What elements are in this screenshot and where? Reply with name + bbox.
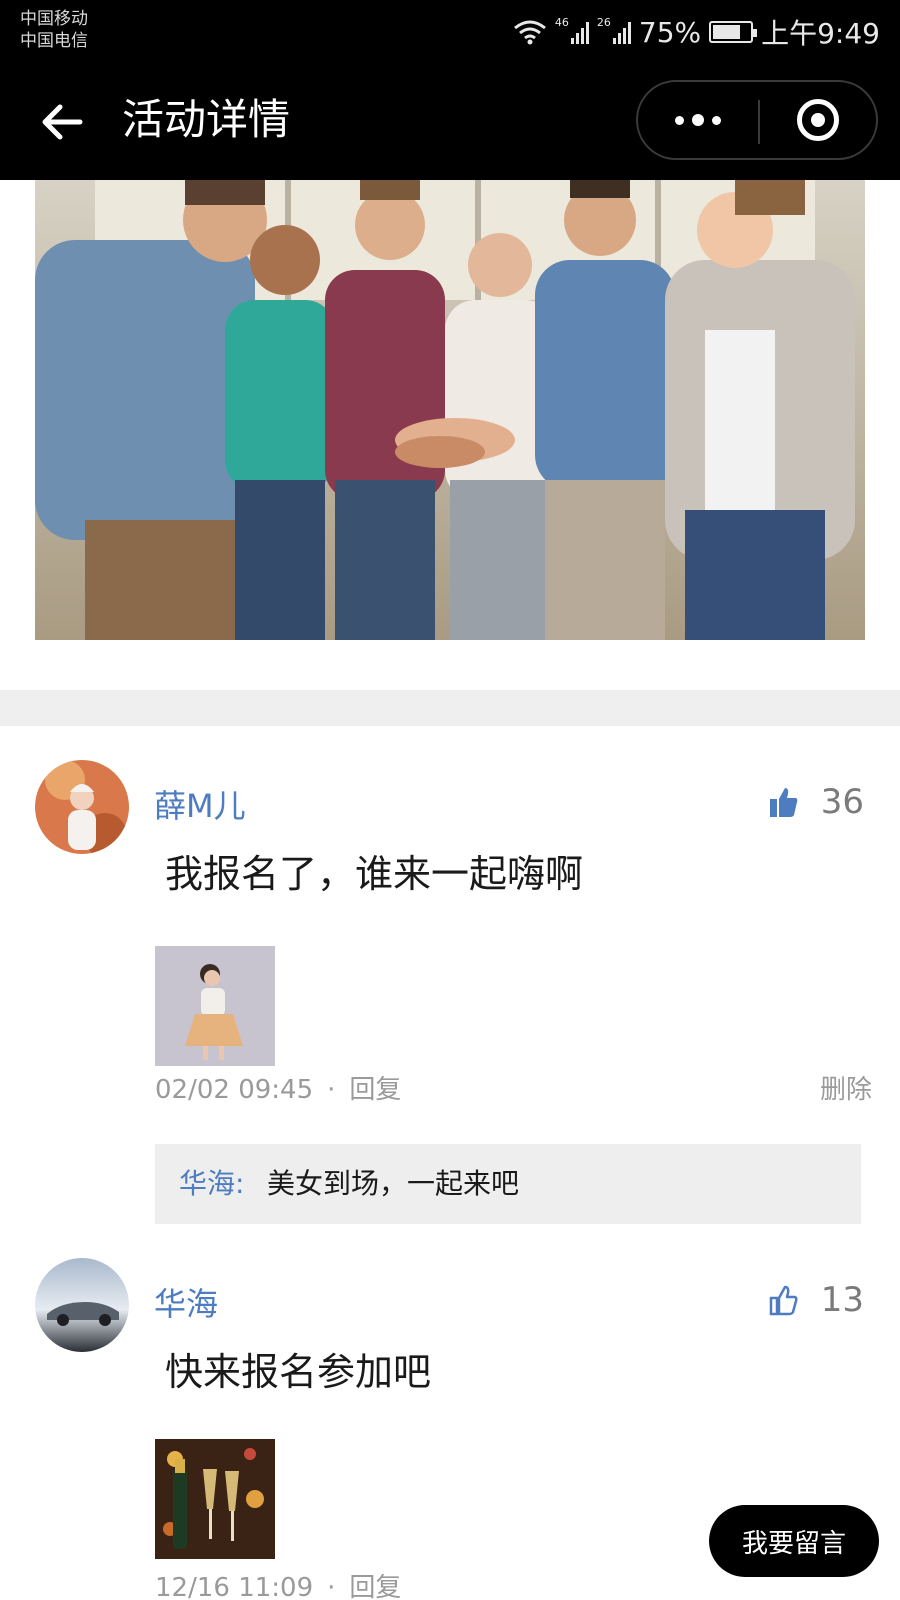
nav-bar: 活动详情 <box>0 60 900 180</box>
close-mini-program-button[interactable] <box>760 82 876 158</box>
avatar[interactable] <box>35 760 129 854</box>
status-bar: 中国移动 中国电信 46 26 75% 上午9:49 <box>0 0 900 60</box>
target-circle-icon <box>797 99 839 141</box>
battery-fill <box>713 25 741 39</box>
comment-photo-woman <box>155 946 275 1066</box>
like-button[interactable]: 13 <box>769 1280 864 1320</box>
signal-1-icon: 46 <box>555 16 589 44</box>
thumbs-up-filled-icon <box>769 788 798 817</box>
comment-image[interactable] <box>155 946 275 1066</box>
comment-time: 12/16 11:09 <box>155 1573 314 1600</box>
user-avatar-photo <box>35 760 129 854</box>
wifi-icon <box>513 20 546 45</box>
like-count: 13 <box>820 1280 864 1320</box>
comment-meta: 02/02 09:45 · 回复 <box>155 1072 401 1108</box>
arrow-left-icon <box>42 104 83 140</box>
reply-text: 美女到场，一起来吧 <box>267 1167 520 1200</box>
battery-percent: 75% <box>638 15 702 49</box>
status-indicators: 46 26 75% 上午9:49 <box>513 12 880 52</box>
leave-message-button[interactable]: 我要留言 <box>709 1505 879 1577</box>
reply-link[interactable]: 回复 <box>349 1072 401 1108</box>
comment-text: 我报名了，谁来一起嗨啊 <box>165 852 584 896</box>
avatar[interactable] <box>35 1258 129 1352</box>
battery-icon <box>709 21 758 43</box>
mini-program-capsule <box>636 80 878 160</box>
reply-link[interactable]: 回复 <box>349 1570 401 1600</box>
comment-user-name[interactable]: 薛M儿 <box>154 786 246 826</box>
comment-user-name[interactable]: 华海 <box>154 1284 218 1324</box>
back-button[interactable] <box>40 100 84 144</box>
page-title: 活动详情 <box>122 95 291 144</box>
like-count: 36 <box>820 782 864 822</box>
reply-box: 华海: 美女到场，一起来吧 <box>155 1144 861 1224</box>
more-button[interactable] <box>638 82 758 158</box>
comment-text: 快来报名参加吧 <box>165 1350 432 1394</box>
clock: 上午9:49 <box>761 17 880 50</box>
meta-separator: · <box>327 1573 336 1600</box>
delete-link[interactable]: 删除 <box>820 1072 872 1108</box>
meta-separator: · <box>327 1075 336 1105</box>
comment-photo-champagne <box>155 1439 275 1559</box>
carrier-2: 中国电信 <box>20 31 88 51</box>
comment-meta: 12/16 11:09 · 回复 <box>155 1570 401 1600</box>
signal-2-icon: 26 <box>597 16 631 44</box>
reply-user-name[interactable]: 华海: <box>179 1166 244 1202</box>
team-hands-photo <box>35 180 865 640</box>
carrier-1: 中国移动 <box>20 9 88 29</box>
carrier-info: 中国移动 中国电信 <box>20 8 88 52</box>
comment-image[interactable] <box>155 1439 275 1559</box>
thumbs-up-outline-icon <box>769 1285 798 1316</box>
user-avatar-car <box>35 1258 129 1352</box>
activity-hero-image <box>35 180 865 640</box>
section-divider <box>0 690 900 726</box>
more-dots-icon <box>675 115 684 125</box>
like-button[interactable]: 36 <box>769 782 864 822</box>
comment-time: 02/02 09:45 <box>155 1075 314 1105</box>
